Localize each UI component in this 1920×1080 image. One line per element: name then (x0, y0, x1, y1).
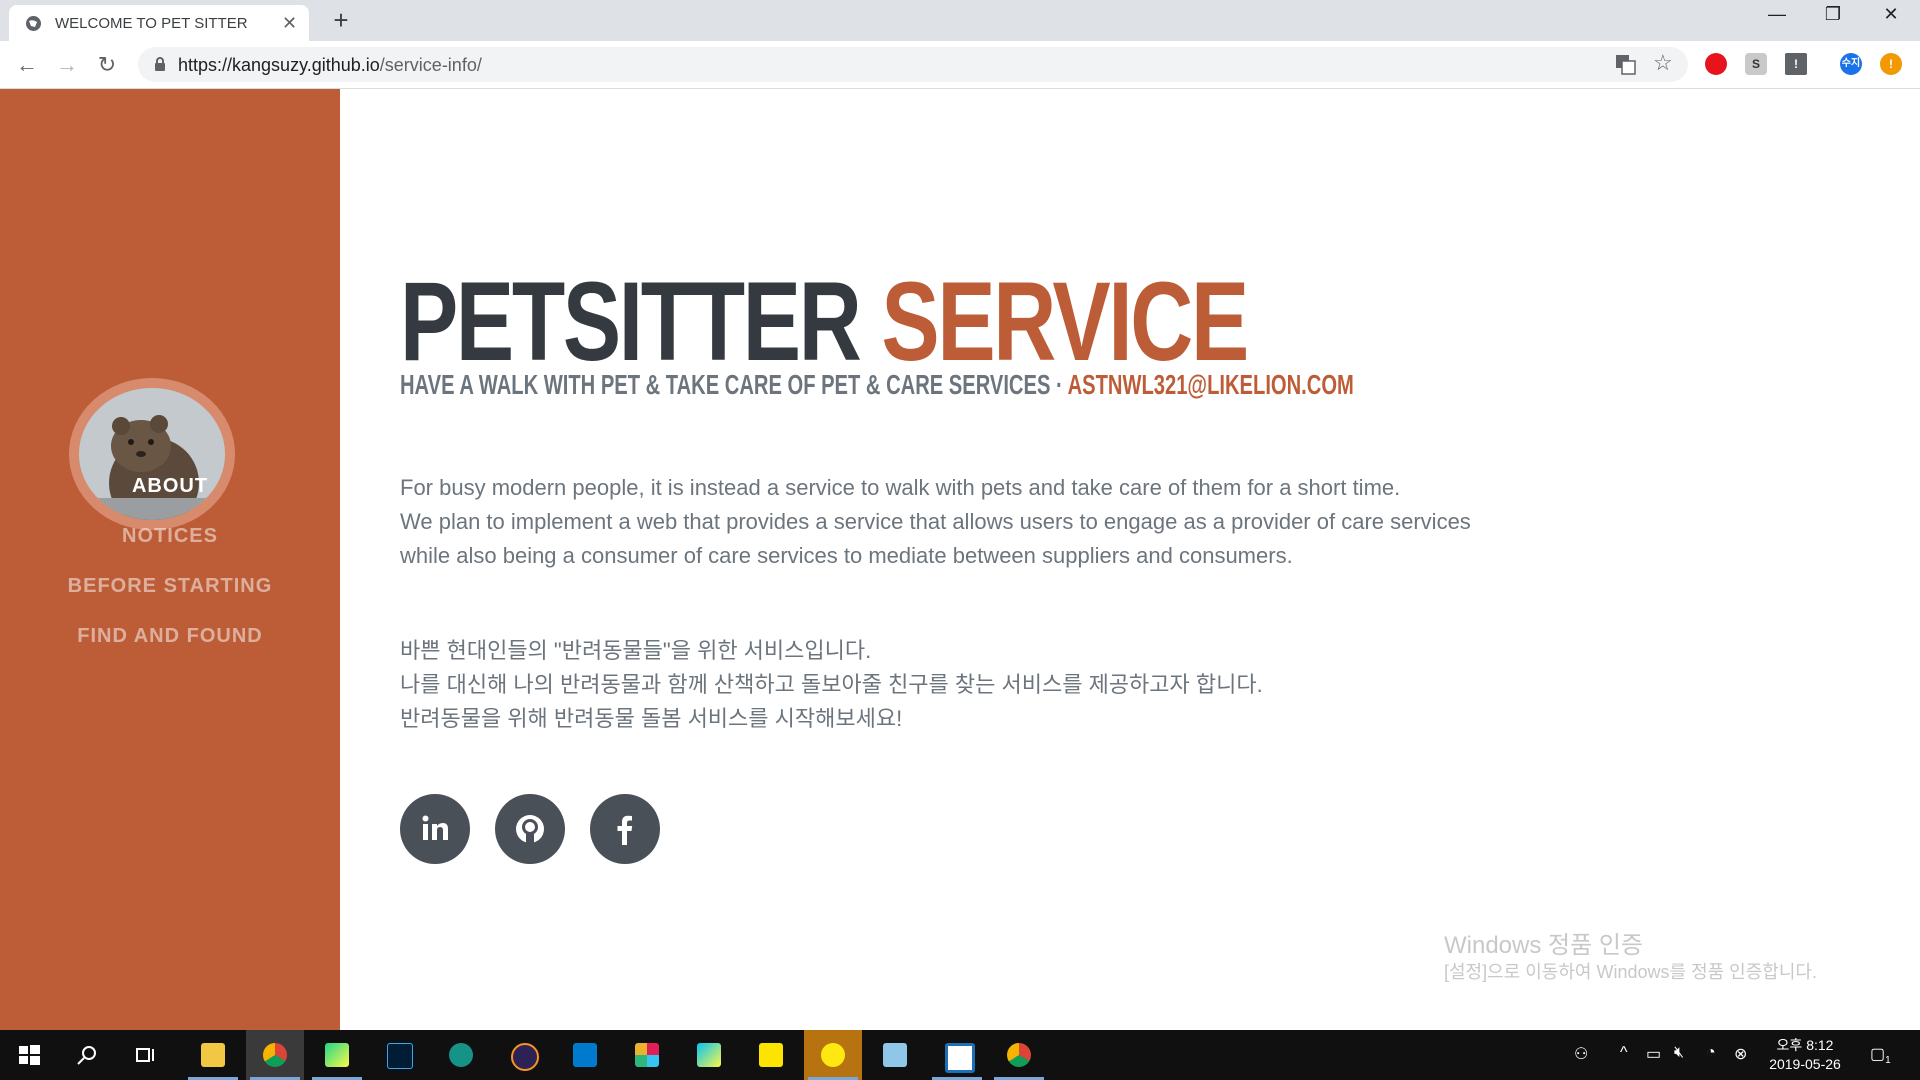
start-button[interactable] (0, 1030, 58, 1080)
quokka-photo (79, 388, 225, 520)
taskbar-app[interactable] (680, 1030, 738, 1080)
chevron-up-icon[interactable]: ^ (1620, 1044, 1628, 1062)
browser-tab[interactable]: WELCOME TO PET SITTER ✕ (9, 5, 309, 41)
taskbar-app[interactable] (432, 1030, 490, 1080)
people-icon[interactable]: ⚇ (1574, 1044, 1588, 1064)
volume-muted-icon[interactable]: 🔇︎ (1674, 1044, 1684, 1062)
github-icon (516, 815, 544, 843)
taskbar-app[interactable] (804, 1030, 862, 1080)
taskbar-app[interactable] (928, 1030, 986, 1080)
tab-strip: WELCOME TO PET SITTER ✕ + — ❐ ✕ (0, 0, 1920, 41)
nav-about[interactable]: ABOUT (0, 475, 340, 498)
photoshop-icon (387, 1043, 413, 1069)
info-extension-icon[interactable]: ! (1785, 53, 1807, 75)
english-description: For busy modern people, it is instead a … (400, 475, 1471, 568)
notification-center-icon[interactable]: ▢1 (1870, 1044, 1891, 1066)
taskbar-app[interactable] (866, 1030, 924, 1080)
tab-title: WELCOME TO PET SITTER (55, 15, 248, 32)
slack-icon (635, 1043, 659, 1067)
taskbar-app[interactable] (618, 1030, 676, 1080)
close-window-button[interactable]: ✕ (1871, 4, 1911, 25)
update-icon[interactable]: ! (1880, 53, 1902, 75)
linkedin-button[interactable] (400, 794, 470, 864)
taskbar-app[interactable] (990, 1030, 1048, 1080)
korean-description: 바쁜 현대인들의 "반려동물들"을 위한 서비스입니다. 나를 대신해 나의 반… (400, 638, 1263, 731)
taskbar-app[interactable] (308, 1030, 366, 1080)
start-icon (19, 1045, 40, 1065)
taskbar-app[interactable] (494, 1030, 552, 1080)
tab-close-icon[interactable]: ✕ (282, 13, 297, 34)
page-title: PETSITTER SERVICE (400, 259, 1249, 384)
sidebar: ABOUT NOTICES BEFORE STARTING FIND AND F… (0, 89, 340, 1030)
error-icon[interactable]: ⊗ (1734, 1044, 1747, 1064)
reload-button[interactable]: ↻ (92, 51, 122, 79)
globe-icon (26, 16, 41, 31)
nav-find-and-found[interactable]: FIND AND FOUND (0, 625, 340, 648)
taskbar-app[interactable] (370, 1030, 428, 1080)
taskbar-clock[interactable]: 오후 8:12 2019-05-26 (1760, 1036, 1850, 1074)
new-tab-button[interactable]: + (326, 5, 356, 36)
taskbar-app[interactable] (742, 1030, 800, 1080)
task-view-icon (136, 1048, 154, 1062)
file-explorer-icon (201, 1043, 225, 1067)
activation-watermark-text: [설정]으로 이동하여 Windows를 정품 인증합니다. (1444, 962, 1817, 982)
maximize-button[interactable]: ❐ (1813, 4, 1853, 25)
chrome-icon (263, 1043, 287, 1067)
nav-notices[interactable]: NOTICES (0, 525, 340, 548)
translate-icon[interactable] (1615, 54, 1636, 75)
back-button[interactable]: ← (12, 51, 42, 79)
url-text: https://kangsuzy.github.io/service-info/ (178, 55, 482, 75)
app-icon (945, 1043, 975, 1073)
nav-before-starting[interactable]: BEFORE STARTING (0, 575, 340, 598)
search-button[interactable] (58, 1030, 116, 1080)
pycharm-icon (325, 1043, 349, 1067)
taskbar-app[interactable] (246, 1030, 304, 1080)
github-button[interactable] (495, 794, 565, 864)
wifi-icon[interactable]: ◔ (1706, 1044, 1716, 1062)
facebook-icon (617, 815, 633, 845)
gitkraken-icon (449, 1043, 473, 1067)
profile-avatar[interactable]: 수지 (1840, 53, 1862, 75)
linkedin-icon (422, 815, 448, 840)
kakaotalk-icon (821, 1043, 845, 1067)
taskbar-app[interactable] (556, 1030, 614, 1080)
notepad-icon (883, 1043, 907, 1067)
s-extension-icon[interactable]: S (1745, 53, 1767, 75)
minimize-button[interactable]: — (1757, 4, 1797, 25)
subtitle: HAVE A WALK WITH PET & TAKE CARE OF PET … (400, 369, 1354, 400)
chrome-icon (1007, 1043, 1031, 1067)
facebook-button[interactable] (590, 794, 660, 864)
activation-watermark-title: Windows 정품 인증 (1444, 932, 1644, 959)
lock-icon (155, 57, 165, 71)
browser-toolbar: ← → ↻ https://kangsuzy.github.io/service… (0, 41, 1920, 89)
main-content: PETSITTER SERVICE HAVE A WALK WITH PET &… (340, 89, 1920, 1030)
vscode-icon (573, 1043, 597, 1067)
taskbar-app[interactable] (184, 1030, 242, 1080)
bookmark-star-icon[interactable]: ☆ (1653, 50, 1673, 76)
adblock-extension-icon[interactable] (1705, 53, 1727, 75)
sticky-notes-icon (759, 1043, 783, 1067)
profile-avatar-image (69, 378, 235, 530)
windows-taskbar: ⚇ ^ ▭ 🔇︎ ◔ ⊗ 오후 8:12 2019-05-26 ▢1 (0, 1030, 1920, 1080)
address-bar[interactable]: https://kangsuzy.github.io/service-info/… (138, 47, 1688, 82)
email-link[interactable]: ASTNWL321@LIKELION.COM (1068, 369, 1354, 400)
battery-icon[interactable]: ▭ (1646, 1044, 1661, 1064)
webstorm-icon (697, 1043, 721, 1067)
search-icon (77, 1046, 96, 1065)
forward-button[interactable]: → (52, 51, 82, 79)
eclipse-icon (511, 1043, 539, 1071)
task-view-button[interactable] (116, 1030, 174, 1080)
